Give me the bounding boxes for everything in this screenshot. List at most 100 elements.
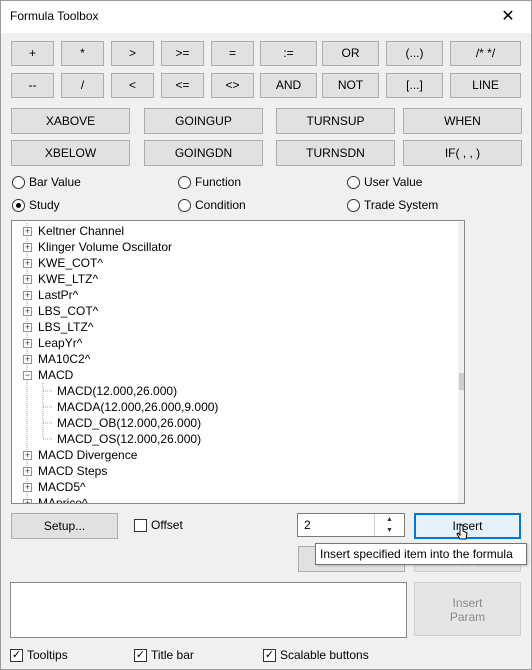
op-divide-button[interactable]: /	[61, 73, 104, 98]
tree-item-label: LBS_COT^	[38, 304, 99, 318]
radio-dot	[12, 175, 25, 189]
tree-item[interactable]: + LBS_COT^	[12, 303, 452, 319]
tree-child-item[interactable]: MACD_OB(12.000,26.000)	[12, 415, 452, 431]
tree-item-label: MA10C2^	[38, 352, 91, 366]
radio-label: Condition	[195, 198, 246, 212]
tree-item[interactable]: + MAprice^	[12, 495, 452, 504]
op-minus-button[interactable]: --	[11, 73, 54, 98]
formula-editor[interactable]	[10, 582, 407, 638]
tree-item[interactable]: + MACD Steps	[12, 463, 452, 479]
expand-icon[interactable]: +	[23, 259, 32, 268]
radio-study[interactable]: Study	[12, 198, 60, 212]
tree-item-label: MACD_OS(12.000,26.000)	[57, 432, 202, 446]
tree-child-item[interactable]: MACDA(12.000,26.000,9.000)	[12, 399, 452, 415]
fn-goingdn-button[interactable]: GOINGDN	[144, 140, 263, 166]
tree-item[interactable]: + LBS_LTZ^	[12, 319, 452, 335]
tree-item[interactable]: + LastPr^	[12, 287, 452, 303]
tree-item[interactable]: + MACD5^	[12, 479, 452, 495]
op-line-button[interactable]: LINE	[450, 73, 521, 98]
tree-child-item[interactable]: MACD(12.000,26.000)	[12, 383, 452, 399]
op-less-equal-button[interactable]: <=	[161, 73, 204, 98]
expand-icon[interactable]: +	[23, 275, 32, 284]
fn-when-button[interactable]: WHEN	[403, 108, 522, 134]
check-icon: ✓	[134, 648, 147, 662]
op-greater-button[interactable]: >	[111, 41, 154, 66]
tree-item[interactable]: + LeapYr^	[12, 335, 452, 351]
tree-item[interactable]: + Klinger Volume Oscillator	[12, 239, 452, 255]
radio-dot	[178, 175, 191, 189]
tree-scrollbar[interactable]: ▲ ▼	[458, 222, 464, 503]
op-brackets-button[interactable]: [...]	[386, 73, 443, 98]
scroll-up-icon[interactable]: ▲	[458, 222, 464, 239]
op-greater-equal-button[interactable]: >=	[161, 41, 204, 66]
expand-icon[interactable]: +	[23, 451, 32, 460]
fn-xbelow-button[interactable]: XBELOW	[11, 140, 130, 166]
setup-button[interactable]: Setup...	[11, 513, 118, 539]
fn-xabove-button[interactable]: XABOVE	[11, 108, 130, 134]
op-less-button[interactable]: <	[111, 73, 154, 98]
tree-item-label: MACD_OB(12.000,26.000)	[57, 416, 202, 430]
op-or-button[interactable]: OR	[322, 41, 379, 66]
tree-item[interactable]: + KWE_COT^	[12, 255, 452, 271]
radio-user-value[interactable]: User Value	[347, 175, 422, 189]
fn-goingup-button[interactable]: GOINGUP	[144, 108, 263, 134]
offset-checkbox[interactable]: Offset	[134, 518, 183, 532]
op-parens-button[interactable]: (...)	[386, 41, 443, 66]
expand-icon[interactable]: +	[23, 467, 32, 476]
spinner-arrows[interactable]: ▲ ▼	[374, 514, 404, 536]
op-and-button[interactable]: AND	[260, 73, 317, 98]
tree-item-label: MACDA(12.000,26.000,9.000)	[57, 400, 219, 414]
tooltips-checkbox[interactable]: ✓ Tooltips	[10, 648, 68, 662]
title-bar-checkbox[interactable]: ✓ Title bar	[134, 648, 194, 662]
spin-down-icon[interactable]: ▼	[375, 525, 404, 536]
spin-up-icon[interactable]: ▲	[375, 514, 404, 525]
tree-item-label: Keltner Channel	[38, 224, 125, 238]
op-not-equal-button[interactable]: <>	[211, 73, 254, 98]
expand-icon[interactable]: +	[23, 227, 32, 236]
insert-param-button[interactable]: Insert Param	[414, 582, 521, 636]
radio-condition[interactable]: Condition	[178, 198, 246, 212]
scroll-thumb[interactable]	[459, 373, 464, 390]
parameter-spinner[interactable]: ▲ ▼	[297, 513, 405, 537]
op-assign-button[interactable]: :=	[260, 41, 317, 66]
expand-icon[interactable]: +	[23, 291, 32, 300]
fn-turnsup-button[interactable]: TURNSUP	[276, 108, 395, 134]
expand-icon[interactable]: +	[23, 339, 32, 348]
checkbox-label: Tooltips	[27, 648, 68, 662]
tree-item[interactable]: + Keltner Channel	[12, 223, 452, 239]
tree-item-macd[interactable]: − MACD	[12, 367, 452, 383]
check-icon: ✓	[10, 648, 23, 662]
tree-item-label: MAprice^	[38, 496, 88, 504]
radio-trade-system[interactable]: Trade System	[347, 198, 438, 212]
study-tree[interactable]: + Keltner Channel + Klinger Volume Oscil…	[11, 220, 465, 504]
expand-icon[interactable]: +	[23, 499, 32, 503]
op-not-button[interactable]: NOT	[322, 73, 379, 98]
tree-child-item[interactable]: MACD_OS(12.000,26.000)	[12, 431, 452, 447]
fn-if-button[interactable]: IF( , , )	[403, 140, 522, 166]
expand-icon[interactable]: +	[23, 307, 32, 316]
op-equal-button[interactable]: =	[211, 41, 254, 66]
radio-bar-value[interactable]: Bar Value	[12, 175, 81, 189]
tree-item[interactable]: + MACD Divergence	[12, 447, 452, 463]
expand-icon[interactable]: +	[23, 323, 32, 332]
fn-turnsdn-button[interactable]: TURNSDN	[276, 140, 395, 166]
collapse-icon[interactable]: −	[23, 371, 32, 380]
check-icon: ✓	[263, 648, 276, 662]
expand-icon[interactable]: +	[23, 355, 32, 364]
radio-dot	[347, 175, 360, 189]
tree-item-label: KWE_COT^	[38, 256, 103, 270]
op-comment-button[interactable]: /* */	[450, 41, 521, 66]
op-plus-button[interactable]: +	[11, 41, 54, 66]
tree-item-label: Klinger Volume Oscillator	[38, 240, 173, 254]
expand-icon[interactable]: +	[23, 243, 32, 252]
close-icon[interactable]: ✕	[485, 1, 531, 32]
op-multiply-button[interactable]: *	[61, 41, 104, 66]
tree-item[interactable]: + MA10C2^	[12, 351, 452, 367]
radio-function[interactable]: Function	[178, 175, 241, 189]
spinner-input[interactable]	[302, 515, 378, 535]
insert-param-label-line1: Insert	[452, 596, 483, 610]
scroll-down-icon[interactable]: ▼	[458, 487, 464, 503]
expand-icon[interactable]: +	[23, 483, 32, 492]
tree-item[interactable]: + KWE_LTZ^	[12, 271, 452, 287]
scalable-buttons-checkbox[interactable]: ✓ Scalable buttons	[263, 648, 369, 662]
